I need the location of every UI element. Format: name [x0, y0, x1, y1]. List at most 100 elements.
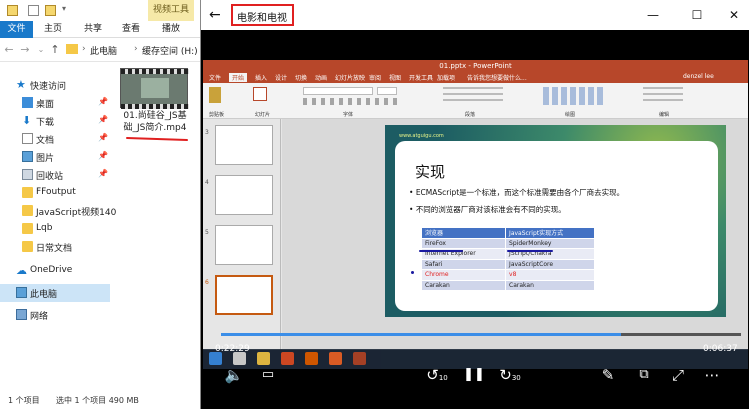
folder-icon	[22, 223, 33, 234]
time-remaining: 0:06:37	[703, 344, 738, 354]
blue-annotation-dot	[411, 271, 414, 274]
nav-item-pictures[interactable]: 图片 📌	[0, 148, 110, 166]
desktop-icon	[22, 97, 33, 108]
table-cell: SpiderMonkey	[505, 237, 595, 249]
minimize-icon[interactable]: —	[645, 7, 661, 23]
more-options-icon[interactable]: ⋯	[701, 364, 723, 386]
breadcrumb-this-pc[interactable]: 此电脑	[90, 44, 117, 57]
nav-item-label: 日常文档	[36, 244, 73, 254]
nav-item-downloads[interactable]: ⬇ 下载 📌	[0, 112, 110, 130]
nav-item-quick-access[interactable]: ★ 快速访问	[0, 76, 110, 94]
nav-item-label: FFoutput	[36, 187, 76, 197]
close-icon[interactable]: ✕	[726, 7, 742, 23]
full-screen-icon[interactable]: ⤢	[667, 364, 689, 386]
back-arrow-icon[interactable]: ←	[2, 42, 16, 58]
slide-bullet: • 不同的浏览器厂商对该标准会有不同的实现。	[409, 205, 566, 214]
video-thumbnail	[120, 68, 189, 109]
tab-home[interactable]: 主页	[40, 21, 66, 38]
nav-item-label: 网络	[30, 312, 49, 322]
file-name: 01.尚硅谷_JS基 础_JS简介.mp4	[112, 110, 198, 134]
nav-item-lqb[interactable]: Lqb	[0, 220, 110, 238]
pin-icon: 📌	[98, 115, 108, 124]
table-cell: Safari	[420, 258, 507, 270]
new-folder-icon[interactable]	[45, 5, 56, 16]
volume-icon[interactable]: 🔈	[223, 364, 245, 386]
video-file-item[interactable]: 01.尚硅谷_JS基 础_JS简介.mp4	[112, 68, 198, 148]
navigation-pane: ★ 快速访问 桌面 📌 ⬇ 下载 📌 文档 📌 图片 📌 回收站 📌 FFout…	[0, 72, 116, 324]
ppt-tab: 设计	[275, 75, 288, 82]
folder-icon	[22, 241, 33, 252]
ppt-tab: 切换	[295, 75, 308, 82]
table-row: FireFox SpiderMonkey	[420, 237, 595, 249]
up-arrow-icon[interactable]: ↑	[48, 42, 62, 58]
tab-share[interactable]: 共享	[80, 21, 106, 38]
recycle-bin-icon	[22, 169, 33, 180]
slide-number: 3	[205, 129, 209, 136]
breadcrumb-drive[interactable]: 缓存空间 (H:)	[142, 44, 198, 57]
tab-view[interactable]: 查看	[118, 21, 144, 38]
ppt-slide-thumbnails: 3 4 5 6	[203, 119, 281, 350]
maximize-icon[interactable]: ☐	[689, 7, 705, 23]
quick-access-dropdown-icon[interactable]: ▾	[62, 4, 66, 13]
tab-file[interactable]: 文件	[0, 21, 33, 38]
taskbar-firefox-icon	[305, 352, 318, 365]
table-header-cell: 浏览器	[420, 227, 507, 239]
pin-icon: 📌	[98, 97, 108, 106]
skip-back-seconds: 10	[438, 374, 448, 382]
ppt-tab: 插入	[255, 75, 268, 82]
seek-bar[interactable]	[221, 333, 741, 336]
table-cell: Carakan	[420, 279, 507, 291]
ppt-tab: 加载项	[437, 75, 456, 82]
network-icon	[16, 309, 27, 320]
font-name-box	[303, 87, 373, 95]
subtitles-icon[interactable]: ▭	[257, 364, 279, 386]
skip-forward-button[interactable]: ↻30	[499, 364, 521, 386]
blue-annotation-underline	[419, 250, 463, 252]
pause-icon[interactable]: ❚❚	[463, 364, 485, 386]
red-annotation-underline	[125, 136, 189, 142]
taskbar-html-icon	[329, 352, 342, 365]
properties-icon[interactable]	[28, 5, 39, 16]
nav-item-this-pc[interactable]: 此电脑	[0, 284, 110, 302]
skip-back-button[interactable]: ↺10	[426, 364, 448, 386]
table-header-cell: JavaScript实现方式	[505, 227, 595, 239]
ribbon-group-label: 编辑	[659, 112, 670, 118]
blue-annotation-underline	[507, 250, 553, 252]
nav-item-onedrive[interactable]: ☁ OneDrive	[0, 262, 110, 280]
nav-item-javascript-videos[interactable]: JavaScript视频140	[0, 202, 116, 220]
nav-item-network[interactable]: 网络	[0, 306, 110, 324]
ppt-tab: 开发工具	[409, 75, 434, 82]
nav-item-label: 桌面	[36, 100, 55, 110]
mini-view-icon[interactable]: ⧉	[633, 364, 655, 386]
ppt-tab: 文件	[209, 75, 222, 82]
nav-item-label: 下载	[36, 118, 55, 128]
nav-item-desktop[interactable]: 桌面 📌	[0, 94, 110, 112]
nav-item-label: 图片	[36, 154, 55, 164]
explorer-title-bar: ▾ 视频工具	[0, 0, 200, 21]
ppt-user-name: denzel lee	[683, 73, 714, 80]
nav-item-daily-docs[interactable]: 日常文档	[0, 238, 110, 256]
new-slide-icon	[253, 87, 267, 101]
slide-thumbnail	[215, 125, 273, 165]
back-arrow-icon[interactable]: ←	[209, 6, 227, 24]
taskbar-powerpoint-icon	[353, 352, 366, 365]
nav-item-ffoutput[interactable]: FFoutput	[0, 184, 110, 202]
time-elapsed: 0:22:29	[215, 344, 250, 354]
tab-play[interactable]: 播放	[158, 21, 184, 38]
forward-arrow-icon[interactable]: →	[18, 42, 32, 58]
ppt-tab-active: 开始	[229, 73, 248, 82]
nav-item-label: OneDrive	[30, 265, 73, 275]
nav-item-recycle-bin[interactable]: 回收站 📌	[0, 166, 110, 184]
pen-icon[interactable]: ✎	[597, 364, 619, 386]
nav-item-documents[interactable]: 文档 📌	[0, 130, 110, 148]
slide-bullet: • ECMAScript是一个标准，而这个标准需要由各个厂商去实现。	[409, 188, 625, 197]
slide-heading: 实现	[415, 163, 446, 181]
cloud-icon: ☁	[16, 264, 27, 277]
editing-icons	[643, 87, 683, 105]
film-strip-icon	[121, 69, 189, 74]
ppt-tab: 审阅	[369, 75, 382, 82]
table-cell: FireFox	[420, 237, 507, 249]
folder-icon[interactable]	[7, 5, 18, 16]
download-icon: ⬇	[22, 114, 32, 127]
recent-dropdown-icon[interactable]: ⌄	[34, 42, 48, 58]
